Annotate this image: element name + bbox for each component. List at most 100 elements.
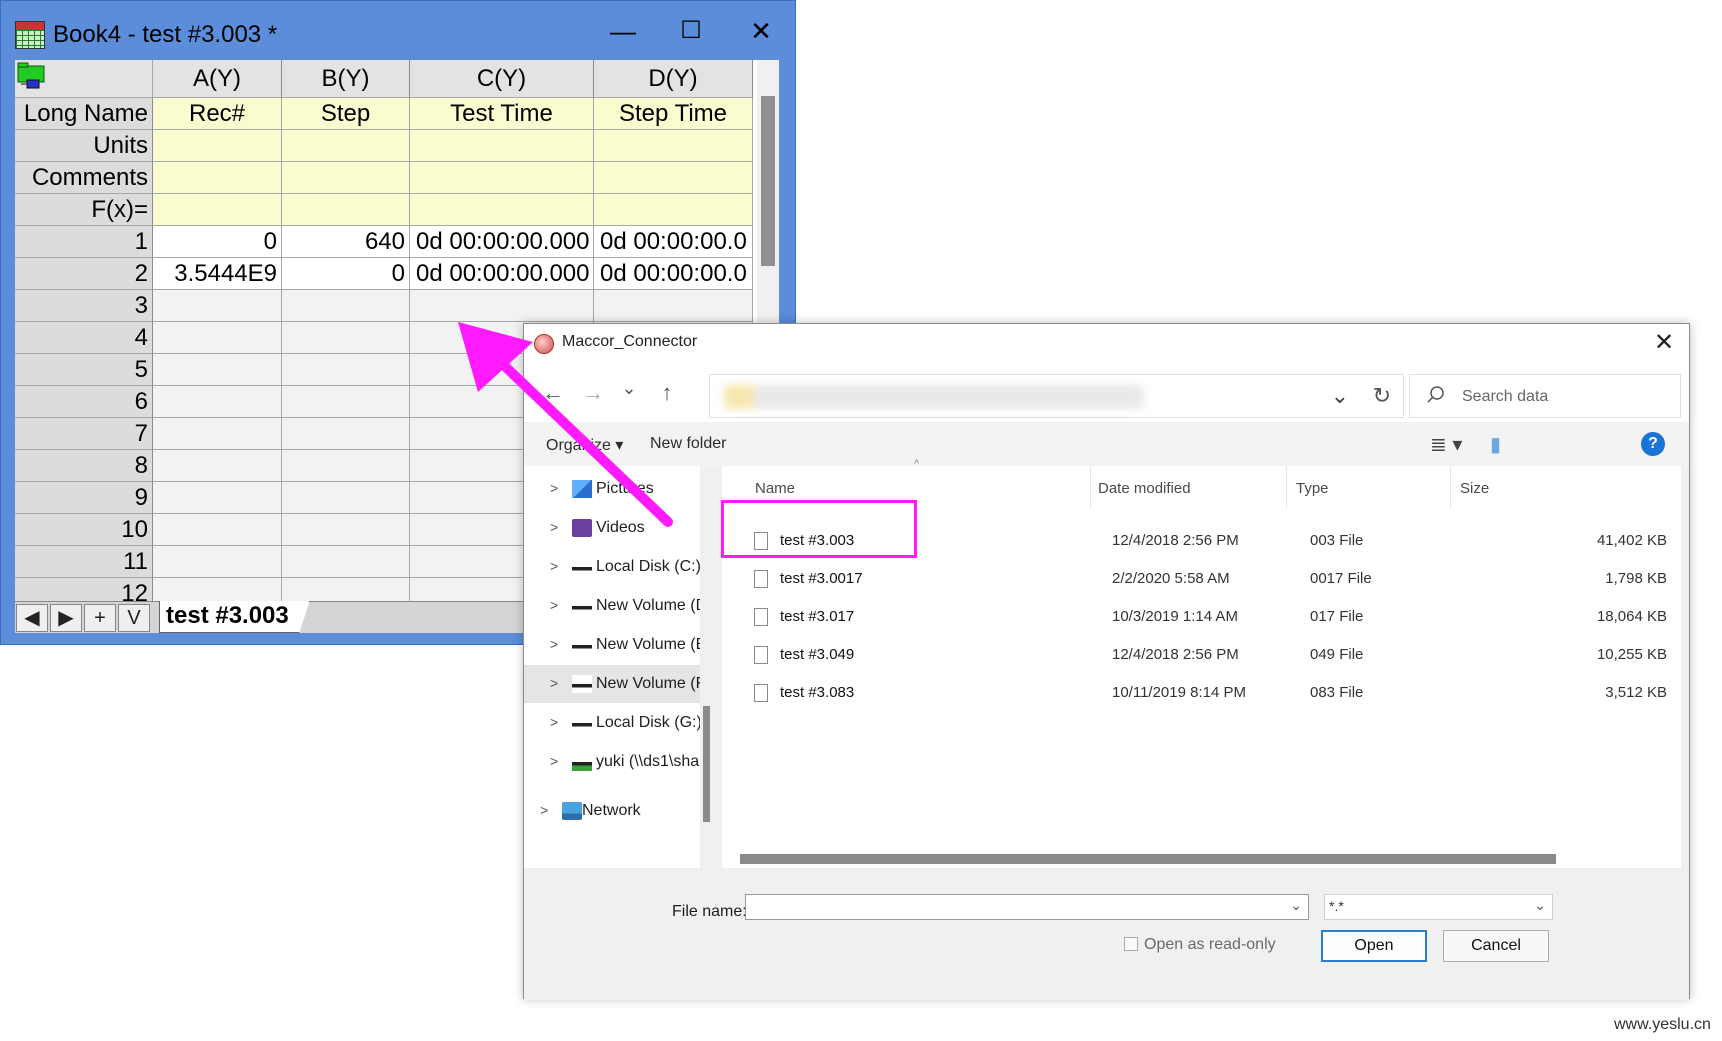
row-label[interactable]: 4 (15, 322, 153, 354)
address-bar[interactable]: ⌄ ↻ (709, 374, 1404, 418)
checkbox-icon[interactable] (1124, 937, 1138, 951)
add-sheet-button[interactable]: + (84, 604, 116, 632)
address-dropdown-icon[interactable]: ⌄ (1331, 383, 1349, 409)
nav-item[interactable]: > New Volume (D:) (524, 587, 700, 625)
worksheet-cell[interactable] (153, 514, 282, 546)
navigation-pane-scrollbar[interactable] (700, 466, 712, 868)
worksheet-cell[interactable] (153, 450, 282, 482)
nav-item[interactable]: > Videos (524, 509, 700, 547)
organize-button[interactable]: Organize ▾ (546, 435, 623, 455)
file-row[interactable]: test #3.017 10/3/2019 1:14 AM 017 File 18,0… (722, 598, 1681, 636)
worksheet-cell[interactable] (282, 546, 410, 578)
worksheet-cell[interactable] (410, 162, 594, 194)
file-type-filter[interactable]: *.* ⌄ (1324, 894, 1553, 920)
worksheet-cell[interactable] (410, 290, 594, 322)
chevron-right-icon[interactable]: > (550, 480, 558, 496)
worksheet-cell[interactable] (282, 130, 410, 162)
row-label[interactable]: 6 (15, 386, 153, 418)
row-label[interactable]: Units (15, 130, 153, 162)
chevron-down-icon[interactable]: ⌄ (1290, 897, 1302, 914)
date-column-header[interactable]: Date modified (1098, 480, 1191, 497)
nav-item[interactable]: > New Volume (E:) (524, 626, 700, 664)
row-label[interactable]: 2 (15, 258, 153, 290)
up-arrow-icon[interactable]: ↑ (654, 380, 680, 406)
preview-pane-icon[interactable]: ▮ (1490, 432, 1501, 457)
worksheet-cell[interactable] (282, 386, 410, 418)
worksheet-cell[interactable]: 0d 00:00:00.0 (594, 226, 753, 258)
corner-cell[interactable] (15, 60, 153, 98)
file-list-horizontal-scrollbar[interactable] (740, 854, 1556, 864)
row-label[interactable]: 9 (15, 482, 153, 514)
worksheet-cell[interactable] (282, 514, 410, 546)
cancel-button[interactable]: Cancel (1443, 930, 1549, 962)
scrollbar-thumb[interactable] (703, 706, 710, 822)
worksheet-cell[interactable] (153, 386, 282, 418)
worksheet-cell[interactable] (282, 290, 410, 322)
worksheet-cell[interactable] (594, 162, 753, 194)
dialog-titlebar[interactable]: Maccor_Connector ✕ (524, 324, 1689, 362)
worksheet-cell[interactable]: 640 (282, 226, 410, 258)
file-row[interactable]: test #3.083 10/11/2019 8:14 PM 083 File 3,5… (722, 674, 1681, 712)
open-read-only-checkbox[interactable]: Open as read-only (1124, 936, 1276, 954)
row-label[interactable]: 11 (15, 546, 153, 578)
chevron-right-icon[interactable]: > (550, 675, 558, 691)
row-label[interactable]: 12 (15, 578, 153, 602)
worksheet-cell[interactable] (594, 290, 753, 322)
nav-item[interactable]: > Network (524, 792, 700, 830)
row-label[interactable]: 7 (15, 418, 153, 450)
worksheet-cell[interactable]: 0 (153, 226, 282, 258)
file-name-input[interactable]: ⌄ (745, 894, 1309, 920)
chevron-right-icon[interactable]: > (550, 753, 558, 769)
refresh-icon[interactable]: ↻ (1373, 383, 1391, 409)
worksheet-cell[interactable] (410, 130, 594, 162)
worksheet-cell[interactable] (282, 578, 410, 602)
sheet-next-button[interactable]: ▶ (50, 604, 82, 632)
row-label[interactable]: 3 (15, 290, 153, 322)
column-header[interactable]: A(Y) (153, 60, 282, 98)
worksheet-cell[interactable] (153, 322, 282, 354)
worksheet-cell[interactable] (153, 482, 282, 514)
worksheet-cell[interactable]: 0 (282, 258, 410, 290)
dialog-close-button[interactable]: ✕ (1649, 328, 1679, 358)
nav-item[interactable]: > Pictures (524, 470, 700, 508)
scrollbar-thumb[interactable] (761, 96, 775, 266)
name-column-header[interactable]: Name (755, 480, 795, 497)
worksheet-cell[interactable] (282, 162, 410, 194)
chevron-down-icon[interactable]: ⌄ (1534, 897, 1546, 914)
file-row[interactable]: test #3.0017 2/2/2020 5:58 AM 0017 File 1,7… (722, 560, 1681, 598)
worksheet-cell[interactable] (282, 482, 410, 514)
nav-item[interactable]: > Local Disk (G:) (524, 704, 700, 742)
recent-locations-chevron-icon[interactable]: ⌄ (616, 378, 642, 399)
worksheet-cell[interactable] (282, 418, 410, 450)
worksheet-cell[interactable] (410, 194, 594, 226)
nav-item[interactable]: > Local Disk (C:) (524, 548, 700, 586)
worksheet-cell[interactable] (153, 354, 282, 386)
worksheet-cell[interactable] (153, 130, 282, 162)
worksheet-cell[interactable] (282, 322, 410, 354)
sheet-prev-button[interactable]: ◀ (16, 604, 48, 632)
file-row[interactable]: test #3.049 12/4/2018 2:56 PM 049 File 10,2… (722, 636, 1681, 674)
row-label[interactable]: Comments (15, 162, 153, 194)
row-label[interactable]: 1 (15, 226, 153, 258)
worksheet-cell[interactable] (282, 194, 410, 226)
nav-item[interactable]: > New Volume (F:) (524, 665, 700, 703)
nav-item[interactable]: > yuki (\\ds1\share) (524, 743, 700, 781)
worksheet-cell[interactable] (282, 450, 410, 482)
worksheet-cell[interactable]: 0d 00:00:00.000 (410, 258, 594, 290)
worksheet-cell[interactable]: 3.5444E9 (153, 258, 282, 290)
chevron-right-icon[interactable]: > (550, 558, 558, 574)
chevron-right-icon[interactable]: > (550, 714, 558, 730)
worksheet-cell[interactable]: Rec# (153, 98, 282, 130)
worksheet-cell[interactable] (153, 162, 282, 194)
row-label[interactable]: Long Name (15, 98, 153, 130)
worksheet-cell[interactable] (282, 354, 410, 386)
maximize-button[interactable]: ☐ (669, 13, 713, 49)
row-label[interactable]: 10 (15, 514, 153, 546)
worksheet-cell[interactable] (153, 546, 282, 578)
worksheet-cell[interactable]: 0d 00:00:00.000 (410, 226, 594, 258)
sort-indicator-icon[interactable]: ^ (914, 458, 919, 470)
worksheet-cell[interactable]: Step (282, 98, 410, 130)
worksheet-cell[interactable] (153, 418, 282, 450)
worksheet-cell[interactable] (153, 194, 282, 226)
back-arrow-icon[interactable]: ← (540, 380, 566, 406)
